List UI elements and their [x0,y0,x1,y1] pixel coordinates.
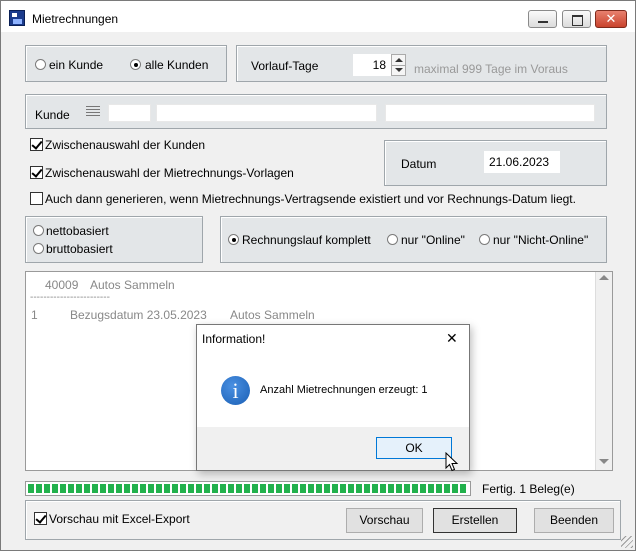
datum-value: 21.06.2023 [489,155,550,169]
information-icon: i [221,376,250,405]
erstellen-button[interactable]: Erstellen [433,508,517,533]
close-icon: ✕ [605,11,617,26]
dialog-close-icon[interactable]: ✕ [446,330,458,347]
kunde-panel: Kunde [25,94,607,129]
radio-nicht-online[interactable] [479,234,490,245]
dialog-footer: OK [197,427,469,470]
beenden-button[interactable]: Beenden [534,508,614,533]
radio-netto-label[interactable]: nettobasiert [46,224,109,238]
vorlauf-hint: maximal 999 Tage im Voraus [414,62,568,76]
kunde-field-1[interactable] [108,104,151,122]
radio-alle-kunden-label[interactable]: alle Kunden [145,58,208,72]
log-line1-name: Autos Sammeln [90,278,175,292]
radio-ein-kunde[interactable] [35,59,46,70]
radio-brutto[interactable] [33,243,44,254]
radio-online-label[interactable]: nur "Online" [401,233,465,247]
zwischenauswahl-kunden-label[interactable]: Zwischenauswahl der Kunden [45,138,205,152]
auch-dann-checkbox[interactable] [30,192,43,205]
spinner-down-icon[interactable] [395,68,403,72]
dialog-title: Information! [202,332,266,346]
datum-panel: Datum 21.06.2023 [384,140,607,186]
zwischenauswahl-vorlagen-label[interactable]: Zwischenauswahl der Mietrechnungs-Vorlag… [45,166,294,180]
preview-excel-label[interactable]: Vorschau mit Excel-Export [49,512,190,526]
kunde-field-2[interactable] [156,104,377,122]
mouse-cursor-icon [445,452,459,472]
radio-nicht-online-label[interactable]: nur "Nicht-Online" [493,233,588,247]
radio-online[interactable] [387,234,398,245]
log-line2-number: 1 [31,308,38,322]
main-window: Mietrechnungen ✕ ein Kunde alle Kunden V… [0,0,636,551]
list-icon[interactable] [86,106,100,118]
window-title: Mietrechnungen [32,12,119,26]
progress-bar [25,481,471,496]
minimize-button[interactable] [528,10,557,28]
zwischenauswahl-vorlagen-checkbox[interactable] [30,166,43,179]
preview-excel-checkbox[interactable] [34,512,47,525]
status-text: Fertig. 1 Beleg(e) [482,482,575,496]
log-line1-number: 40009 [45,278,79,292]
log-scrollbar[interactable] [595,272,612,470]
kunde-label: Kunde [35,108,70,122]
app-icon [9,10,25,26]
vorlauf-spinner[interactable] [391,54,406,76]
radio-netto[interactable] [33,225,44,236]
dialog-ok-button[interactable]: OK [376,437,452,459]
vorschau-button[interactable]: Vorschau [346,508,423,533]
log-separator: ------------------------ [30,292,110,303]
vorlauf-panel: Vorlauf-Tage 18 maximal 999 Tage im Vora… [236,45,607,82]
scroll-up-icon[interactable] [599,275,609,280]
vorlauf-label: Vorlauf-Tage [251,59,319,73]
zwischenauswahl-kunden-checkbox[interactable] [30,138,43,151]
radio-alle-kunden[interactable] [130,59,141,70]
scroll-down-icon[interactable] [599,459,609,464]
maximize-button[interactable] [562,10,591,28]
close-button[interactable]: ✕ [595,10,627,28]
footer-panel: Vorschau mit Excel-Export Vorschau Erste… [25,500,621,540]
resize-grip-icon[interactable] [621,536,633,548]
datum-label: Datum [401,157,437,171]
auch-dann-label[interactable]: Auch dann generieren, wenn Mietrechnungs… [45,192,576,206]
log-line2-name: Autos Sammeln [230,308,315,322]
vorlauf-input[interactable]: 18 [353,54,391,76]
progress-fill [28,484,468,493]
basis-panel: nettobasiert bruttobasiert [25,216,203,263]
rechnungslauf-panel: Rechnungslauf komplett nur "Online" nur … [220,216,607,263]
customer-scope-panel: ein Kunde alle Kunden [25,45,227,82]
radio-komplett[interactable] [228,234,239,245]
datum-input[interactable]: 21.06.2023 [484,151,560,173]
radio-brutto-label[interactable]: bruttobasiert [46,242,113,256]
information-dialog: Information! ✕ i Anzahl Mietrechnungen e… [196,324,470,471]
title-bar: Mietrechnungen ✕ [1,1,635,32]
radio-ein-kunde-label[interactable]: ein Kunde [49,58,103,72]
dialog-message: Anzahl Mietrechnungen erzeugt: 1 [260,384,428,396]
spinner-up-icon[interactable] [395,58,403,62]
vorlauf-value: 18 [372,58,386,72]
log-line2-date: Bezugsdatum 23.05.2023 [70,308,207,322]
radio-komplett-label[interactable]: Rechnungslauf komplett [242,233,371,247]
kunde-field-3[interactable] [385,104,595,122]
